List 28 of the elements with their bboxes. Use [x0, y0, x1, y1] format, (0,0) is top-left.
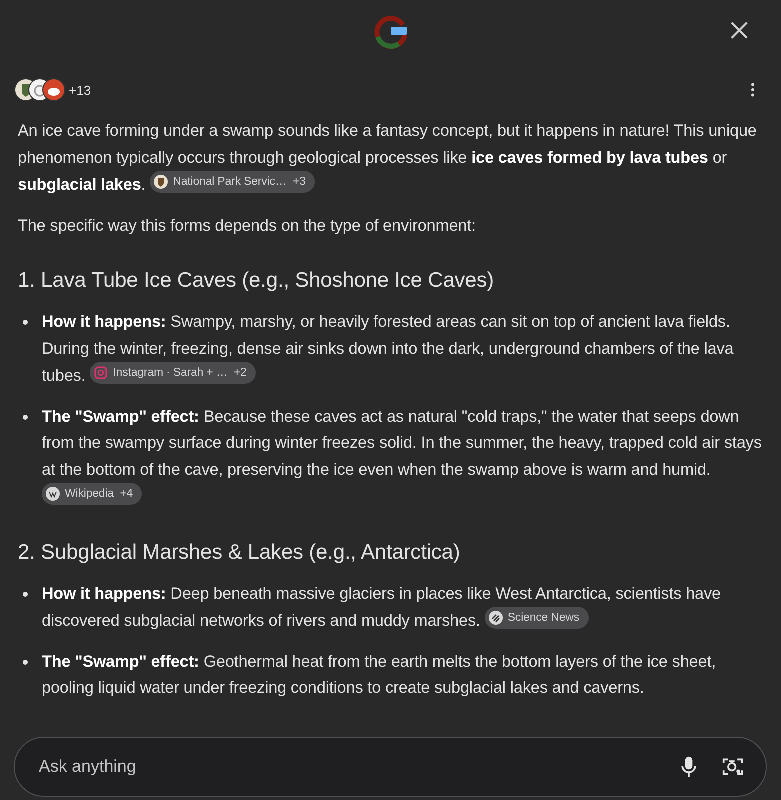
more-options-icon[interactable] [751, 83, 755, 97]
section-heading: 2. Subglacial Marshes & Lakes (e.g., Antarctica) [18, 540, 462, 566]
section-heading: 1. Lava Tube Ice Caves (e.g., Shoshone Ice Caves) [18, 268, 496, 294]
bullet-icon [23, 592, 28, 596]
bullet-icon [23, 320, 28, 325]
bullet-text: The "Swamp" effect: Geothermal heat from the earth melts the bottom layers of the ice sheet, pooling liquid water under freezing conditions to create subglacial lakes and caverns. [42, 652, 718, 699]
source-chip[interactable]: Science News [484, 607, 589, 629]
source-chip[interactable]: Wikipedia +4 [42, 483, 142, 505]
source-chip[interactable]: National Park Servic… +3 [150, 171, 315, 193]
bullet-text: The "Swamp" effect: Because these caves act as natural "cold traps," the water that seeps down from the swampy surface during winter freezes solid. In the summer, the heavy, trapped cold air stays at the bottom of the cave, preserving the ice even when the swamp above is warm and humid. Wikipedia +4 [42, 404, 763, 510]
source-chip[interactable]: Instagram · Sarah + … +2 [90, 362, 256, 384]
bullet-icon [23, 660, 28, 664]
close-icon[interactable] [730, 21, 749, 40]
prompt-bar[interactable]: Ask anything [14, 737, 767, 797]
bullet-text: How it happens: Deep beneath massive glaciers in places like West Antarctica, scientists have discovered subglacial networks of rivers and muddy marshes. Science News [42, 584, 722, 632]
shield-avatar-icon[interactable] [14, 78, 66, 102]
bullet-icon [23, 414, 28, 420]
camera-icon [94, 366, 108, 380]
globe-icon [46, 487, 60, 501]
camera-search-icon[interactable] [722, 756, 744, 778]
source-count[interactable]: +13 [69, 82, 92, 98]
bullet-text: How it happens: Swampy, marshy, or heavily forested areas can sit on top of ancient lava fields. During the winter, freezing, dense air sinks down into the dark, underground chambers of the lava tubes. Instagram · Sarah + … +2 [42, 312, 735, 387]
paragraph: An ice cave forming under a swamp sounds like a fantasy concept, but it happens in nature! This unique phenomenon typically occurs through geological processes like ice caves formed by lava tubes or subglacial lakes. National Park Servic… +3 [18, 121, 758, 196]
stripes-icon [488, 611, 503, 625]
ask-field[interactable]: Ask anything [37, 756, 656, 778]
paragraph: The specific way this forms depends on the type of environment: [18, 216, 477, 236]
shield-icon [154, 175, 168, 189]
g-logo-icon[interactable] [372, 13, 408, 49]
